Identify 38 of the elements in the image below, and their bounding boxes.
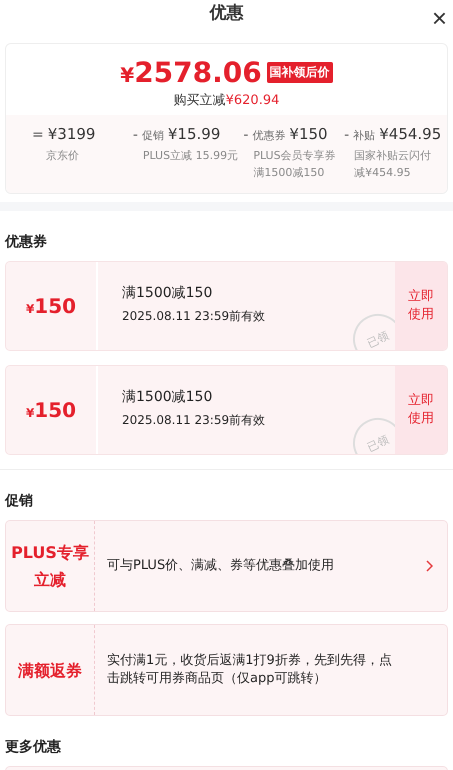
coupon-condition: 满1500减150 bbox=[122, 388, 214, 406]
coupon-validity: 2025.08.11 23:59前有效 bbox=[122, 308, 266, 325]
operator-sign: - bbox=[132, 127, 138, 143]
coupon-validity: 2025.08.11 23:59前有效 bbox=[122, 412, 266, 429]
operator-sign: - bbox=[344, 127, 350, 143]
breakdown-note: 京东价 bbox=[45, 148, 80, 164]
breakdown-label: 优惠券 bbox=[252, 128, 286, 143]
coupon-condition: 满1500减150 bbox=[122, 284, 214, 302]
chevron-right-icon bbox=[425, 560, 433, 572]
promo-description: 可与PLUS价、满减、券等优惠叠加使用 bbox=[106, 557, 336, 575]
saving-text: 购买立减¥620.94 bbox=[172, 92, 280, 109]
breakdown-label: 促销 bbox=[142, 128, 164, 143]
coupon-value: ¥150 bbox=[26, 294, 76, 318]
promo-card[interactable]: 满额返券 实付满1元，收货后返满1打9折券，先到先得，点击跳转可用券商品页（仅app可跳转） bbox=[5, 624, 448, 716]
breakdown-amount: ¥454.95 bbox=[379, 125, 442, 143]
section-title: 更多优惠 bbox=[5, 738, 62, 756]
breakdown-amount: ¥150 bbox=[289, 125, 328, 143]
promo-tag: 满额返券 bbox=[9, 656, 91, 684]
section-title: 促销 bbox=[5, 492, 34, 510]
price-tag: 国补领后价 bbox=[266, 62, 333, 83]
final-price: ¥2578.06 bbox=[120, 56, 262, 89]
sheet-title: 优惠 bbox=[210, 2, 244, 24]
breakdown-note: PLUS会员专享券满1500减150 bbox=[252, 148, 337, 181]
breakdown-amount: ¥3199 bbox=[48, 125, 96, 143]
promo-card[interactable]: PLUS专享立减 可与PLUS价、满减、券等优惠叠加使用 bbox=[5, 520, 448, 612]
close-button[interactable]: × bbox=[432, 6, 447, 30]
breakdown-note: 国家补贴云闪付减¥454.95 bbox=[353, 148, 432, 181]
breakdown-label: 补贴 bbox=[353, 128, 376, 143]
use-now-button[interactable]: 立即使用 bbox=[395, 262, 447, 350]
use-now-button[interactable]: 立即使用 bbox=[395, 366, 447, 454]
promo-tag: PLUS专享立减 bbox=[9, 539, 91, 593]
coupon-value: ¥150 bbox=[26, 398, 76, 422]
breakdown-amount: ¥15.99 bbox=[168, 125, 220, 143]
section-title: 优惠券 bbox=[5, 233, 48, 251]
operator-sign: = bbox=[32, 127, 44, 143]
operator-sign: - bbox=[243, 127, 248, 143]
promo-description: 实付满1元，收货后返满1打9折券，先到先得，点击跳转可用券商品页（仅app可跳转） bbox=[106, 652, 393, 688]
breakdown-note: PLUS立减 15.99元 bbox=[142, 148, 240, 164]
